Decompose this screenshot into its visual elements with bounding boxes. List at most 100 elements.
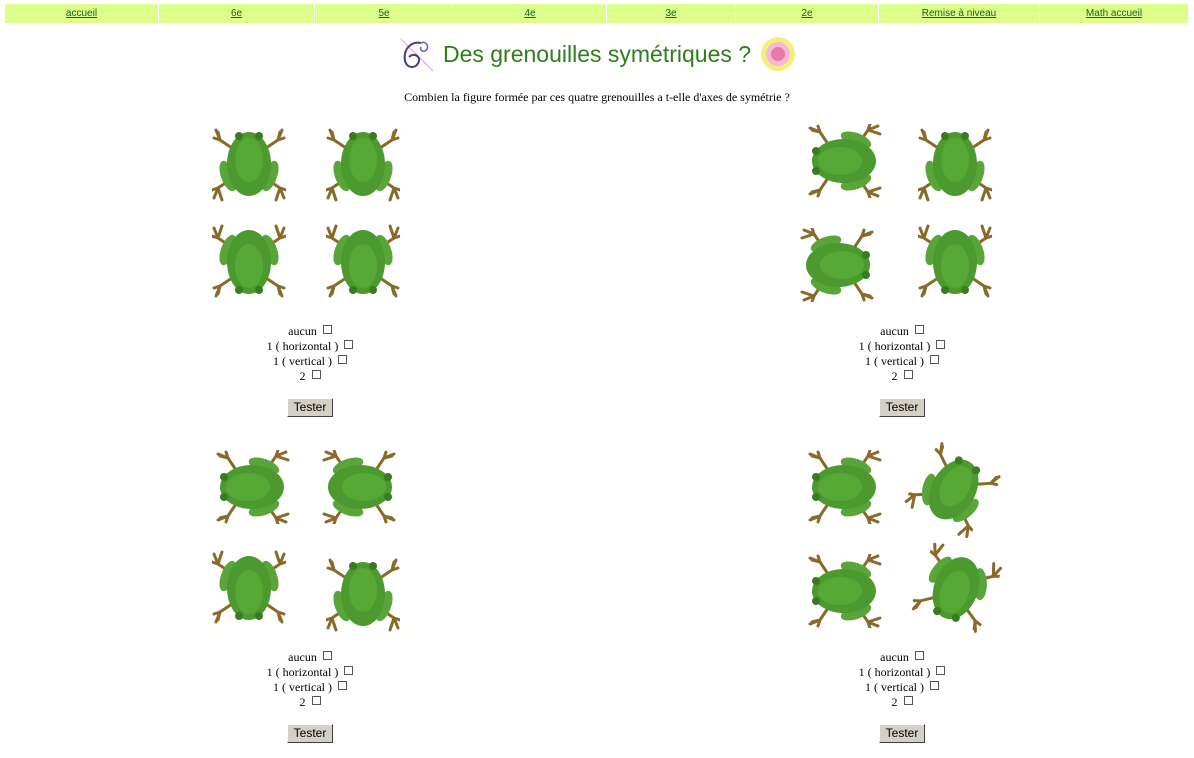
nav-link-6e[interactable]: 6e [231, 8, 242, 19]
frog-figure-4 [782, 440, 1022, 644]
option-checkbox[interactable] [929, 681, 939, 690]
option-row: aucun [782, 650, 1022, 665]
option-checkbox[interactable] [929, 355, 939, 364]
nav-cell-2e: 2e [736, 4, 879, 23]
option-label: 2 [299, 695, 306, 709]
frog-image [326, 128, 400, 202]
option-row: 2 [190, 369, 430, 384]
option-row: 1 ( vertical ) [190, 680, 430, 695]
option-checkbox[interactable] [914, 325, 924, 334]
option-checkbox[interactable] [914, 651, 924, 660]
question-text: Combien la figure formée par ces quatre … [404, 90, 790, 104]
nav-cell-accueil: accueil [5, 4, 159, 23]
top-nav: accueil 6e 5e 4e 3e 2e Remise à niveau M… [5, 4, 1189, 23]
option-label: 1 ( vertical ) [865, 354, 924, 368]
nav-link-2e[interactable]: 2e [801, 8, 812, 19]
option-label: 1 ( horizontal ) [266, 339, 339, 353]
option-label: 2 [299, 369, 306, 383]
option-checkbox[interactable] [337, 355, 347, 364]
frog-image [326, 558, 400, 632]
option-row: 1 ( horizontal ) [190, 665, 430, 680]
option-label: 1 ( vertical ) [273, 680, 332, 694]
option-checkbox[interactable] [903, 370, 913, 379]
option-label: 2 [891, 695, 898, 709]
option-row: 1 ( horizontal ) [782, 665, 1022, 680]
options-3: aucun 1 ( horizontal ) 1 ( vertical ) 2 … [190, 650, 430, 743]
options-2: aucun 1 ( horizontal ) 1 ( vertical ) 2 … [782, 324, 1022, 417]
exercise-2: aucun 1 ( horizontal ) 1 ( vertical ) 2 … [782, 118, 1022, 417]
tester-button[interactable]: Tester [286, 724, 334, 743]
tester-button[interactable]: Tester [286, 398, 334, 417]
nav-cell-6e: 6e [159, 4, 315, 23]
option-checkbox[interactable] [322, 651, 332, 660]
option-label: 1 ( vertical ) [273, 354, 332, 368]
exercise-1: aucun 1 ( horizontal ) 1 ( vertical ) 2 … [190, 118, 430, 417]
option-checkbox[interactable] [337, 681, 347, 690]
nav-link-4e[interactable]: 4e [524, 8, 535, 19]
frog-image [808, 554, 882, 628]
option-row: aucun [190, 650, 430, 665]
option-label: aucun [288, 324, 317, 338]
exercise-4: aucun 1 ( horizontal ) 1 ( vertical ) 2 … [782, 440, 1022, 743]
frog-image [212, 128, 286, 202]
nav-cell-math-accueil: Math accueil [1040, 4, 1188, 23]
frog-image [800, 228, 874, 302]
exercise-3: aucun 1 ( horizontal ) 1 ( vertical ) 2 … [190, 444, 430, 743]
nav-cell-3e: 3e [607, 4, 736, 23]
frog-figure-2 [782, 118, 1022, 318]
option-row: 1 ( horizontal ) [782, 339, 1022, 354]
nav-link-5e[interactable]: 5e [378, 8, 389, 19]
option-label: aucun [880, 324, 909, 338]
option-checkbox[interactable] [903, 696, 913, 705]
six-swirl-logo-icon [400, 38, 434, 72]
nav-link-3e[interactable]: 3e [665, 8, 676, 19]
options-1: aucun 1 ( horizontal ) 1 ( vertical ) 2 … [190, 324, 430, 417]
option-checkbox[interactable] [311, 696, 321, 705]
page-header: Des grenouilles symétriques ? [0, 34, 1194, 74]
option-label: aucun [288, 650, 317, 664]
option-row: 1 ( vertical ) [782, 680, 1022, 695]
option-checkbox[interactable] [322, 325, 332, 334]
frog-image [908, 540, 1005, 635]
nav-cell-5e: 5e [315, 4, 454, 23]
tester-button[interactable]: Tester [878, 724, 926, 743]
page-title: Des grenouilles symétriques ? [442, 40, 752, 67]
option-row: aucun [782, 324, 1022, 339]
frog-image [212, 224, 286, 298]
nav-link-remise-a-niveau[interactable]: Remise à niveau [922, 8, 996, 19]
option-label: 1 ( horizontal ) [266, 665, 339, 679]
option-row: 2 [782, 695, 1022, 710]
option-label: 1 ( vertical ) [865, 680, 924, 694]
nav-link-accueil[interactable]: accueil [66, 8, 97, 19]
option-label: aucun [880, 650, 909, 664]
option-label: 2 [891, 369, 898, 383]
frog-image [212, 550, 286, 624]
option-label: 1 ( horizontal ) [858, 339, 931, 353]
option-checkbox[interactable] [344, 340, 354, 349]
nav-link-math-accueil[interactable]: Math accueil [1086, 8, 1142, 19]
option-row: 2 [782, 369, 1022, 384]
option-row: 1 ( horizontal ) [190, 339, 430, 354]
nav-cell-remise: Remise à niveau [879, 4, 1040, 23]
eqi-badge-icon [761, 37, 796, 71]
frog-image [216, 450, 290, 524]
option-checkbox[interactable] [311, 370, 321, 379]
frog-image [322, 450, 396, 524]
frog-image [918, 224, 992, 298]
frog-image [326, 224, 400, 298]
frog-image [808, 450, 882, 524]
frog-image [901, 440, 1005, 541]
option-row: aucun [190, 324, 430, 339]
option-checkbox[interactable] [936, 666, 946, 675]
frog-figure-3 [190, 444, 430, 644]
frog-figure-1 [190, 118, 430, 318]
option-row: 1 ( vertical ) [190, 354, 430, 369]
frog-image [808, 124, 882, 198]
option-checkbox[interactable] [344, 666, 354, 675]
options-4: aucun 1 ( horizontal ) 1 ( vertical ) 2 … [782, 650, 1022, 743]
option-checkbox[interactable] [936, 340, 946, 349]
nav-cell-4e: 4e [454, 4, 607, 23]
tester-button[interactable]: Tester [878, 398, 926, 417]
option-row: 2 [190, 695, 430, 710]
option-label: 1 ( horizontal ) [858, 665, 931, 679]
